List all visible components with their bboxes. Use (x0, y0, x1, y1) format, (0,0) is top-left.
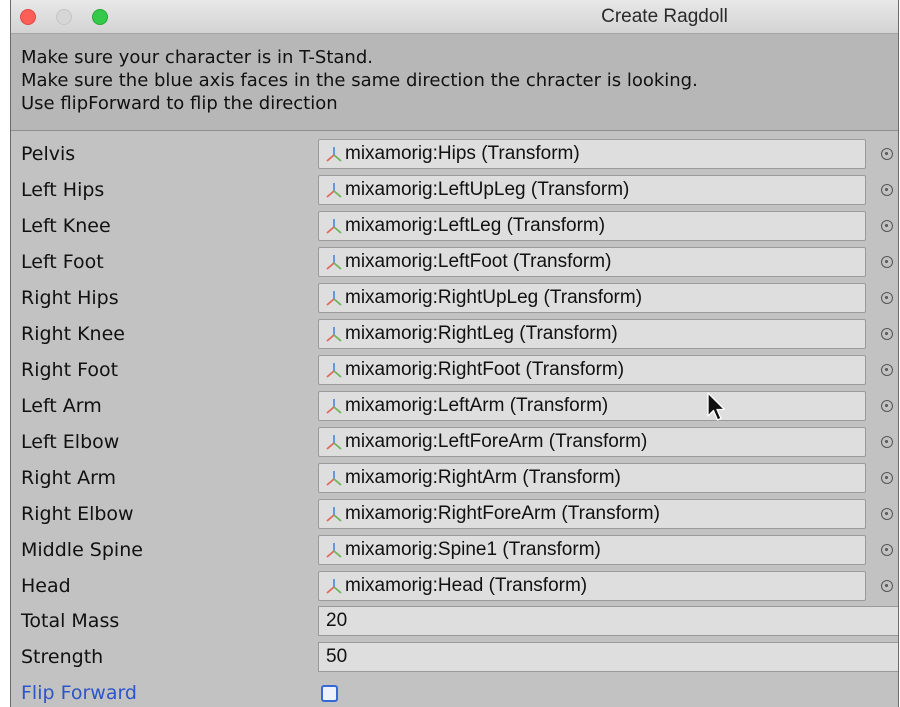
bone-object-field[interactable]: mixamorig:LeftLeg (Transform) (318, 211, 866, 241)
bone-object-field[interactable]: mixamorig:LeftUpLeg (Transform) (318, 175, 866, 205)
bone-field-value: mixamorig:RightArm (Transform) (345, 467, 621, 488)
bone-label: Right Elbow (21, 503, 134, 525)
create-ragdoll-window: Create Ragdoll Make sure your character … (10, 0, 899, 707)
transform-icon (326, 543, 342, 558)
bone-field-value: mixamorig:RightLeg (Transform) (345, 323, 618, 344)
bone-object-field[interactable]: mixamorig:LeftForeArm (Transform) (318, 427, 866, 457)
object-picker-icon[interactable] (881, 256, 893, 268)
bone-object-field[interactable]: mixamorig:Head (Transform) (318, 571, 866, 601)
bone-label: Head (21, 575, 71, 597)
bone-row-left-elbow: Left Elbow mixamorig:LeftForeArm (Transfo… (11, 424, 898, 460)
object-picker-icon[interactable] (881, 328, 893, 340)
bone-object-field[interactable]: mixamorig:RightLeg (Transform) (318, 319, 866, 349)
bone-object-field[interactable]: mixamorig:LeftArm (Transform) (318, 391, 866, 421)
transform-icon (326, 363, 342, 378)
transform-icon (326, 471, 342, 486)
bone-label: Middle Spine (21, 539, 143, 561)
object-picker-icon[interactable] (881, 148, 893, 160)
bone-row-left-knee: Left Knee mixamorig:LeftLeg (Transform) (11, 208, 898, 244)
bone-label: Pelvis (21, 143, 76, 165)
object-picker-icon[interactable] (881, 220, 893, 232)
bone-label: Right Foot (21, 359, 119, 381)
object-picker-icon[interactable] (881, 508, 893, 520)
bone-row-right-arm: Right Arm mixamorig:RightArm (Transform) (11, 460, 898, 496)
object-picker-icon[interactable] (881, 544, 893, 556)
transform-icon (326, 507, 342, 522)
mouse-pointer-icon (707, 392, 726, 421)
help-line-1: Make sure your character is in T-Stand. (21, 47, 373, 68)
bone-row-right-hips: Right Hips mixamorig:RightUpLeg (Transfor… (11, 280, 898, 316)
total-mass-input[interactable]: 20 (318, 606, 898, 636)
object-picker-icon[interactable] (881, 400, 893, 412)
transform-icon (326, 399, 342, 414)
bone-field-value: mixamorig:LeftUpLeg (Transform) (345, 179, 630, 200)
strength-label: Strength (21, 646, 104, 668)
object-picker-icon[interactable] (881, 184, 893, 196)
bone-field-value: mixamorig:LeftLeg (Transform) (345, 215, 606, 236)
bone-object-field[interactable]: mixamorig:LeftFoot (Transform) (318, 247, 866, 277)
bone-label: Right Hips (21, 287, 119, 309)
bone-object-field[interactable]: mixamorig:Hips (Transform) (318, 139, 866, 169)
bone-field-value: mixamorig:RightFoot (Transform) (345, 359, 625, 380)
object-picker-icon[interactable] (881, 364, 893, 376)
bone-object-field[interactable]: mixamorig:RightForeArm (Transform) (318, 499, 866, 529)
bone-field-value: mixamorig:Hips (Transform) (345, 143, 580, 164)
bone-object-field[interactable]: mixamorig:RightArm (Transform) (318, 463, 866, 493)
total-mass-label: Total Mass (21, 610, 120, 632)
bone-field-value: mixamorig:LeftArm (Transform) (345, 395, 609, 416)
object-picker-icon[interactable] (881, 580, 893, 592)
transform-icon (326, 183, 342, 198)
transform-icon (326, 291, 342, 306)
bone-label: Right Knee (21, 323, 125, 345)
help-box: Make sure your character is in T-Stand. … (11, 34, 898, 131)
transform-icon (326, 147, 342, 162)
window-title: Create Ragdoll (601, 6, 728, 27)
bone-label: Left Elbow (21, 431, 120, 453)
flip-forward-row: Flip Forward (11, 675, 898, 707)
bone-object-field[interactable]: mixamorig:RightFoot (Transform) (318, 355, 866, 385)
total-mass-row: Total Mass 20 (11, 603, 898, 639)
bone-label: Left Hips (21, 179, 105, 201)
bone-field-value: mixamorig:LeftFoot (Transform) (345, 251, 612, 272)
help-line-3: Use flipForward to flip the direction (21, 93, 338, 114)
strength-input[interactable]: 50 (318, 642, 898, 672)
bone-label: Left Foot (21, 251, 104, 273)
bone-field-value: mixamorig:LeftForeArm (Transform) (345, 431, 648, 452)
bone-label: Left Arm (21, 395, 102, 417)
bone-field-value: mixamorig:Spine1 (Transform) (345, 539, 601, 560)
transform-icon (326, 255, 342, 270)
bone-row-right-foot: Right Foot mixamorig:RightFoot (Transform… (11, 352, 898, 388)
bone-row-right-knee: Right Knee mixamorig:RightLeg (Transform) (11, 316, 898, 352)
bone-row-pelvis: Pelvis mixamorig:Hips (Transform) (11, 136, 898, 172)
bone-row-middle-spine: Middle Spine mixamorig:Spine1 (Transform) (11, 532, 898, 568)
bone-label: Right Arm (21, 467, 117, 489)
bone-row-left-arm: Left Arm mixamorig:LeftArm (Transform) (11, 388, 898, 424)
object-picker-icon[interactable] (881, 436, 893, 448)
bone-row-right-elbow: Right Elbow mixamorig:RightForeArm (Trans… (11, 496, 898, 532)
help-line-2: Make sure the blue axis faces in the sam… (21, 70, 698, 91)
transform-icon (326, 219, 342, 234)
transform-icon (326, 579, 342, 594)
bone-object-field[interactable]: mixamorig:Spine1 (Transform) (318, 535, 866, 565)
transform-icon (326, 435, 342, 450)
bone-object-field[interactable]: mixamorig:RightUpLeg (Transform) (318, 283, 866, 313)
title-bar[interactable]: Create Ragdoll (11, 0, 898, 34)
bone-row-left-hips: Left Hips mixamorig:LeftUpLeg (Transform) (11, 172, 898, 208)
bone-row-head: Head mixamorig:Head (Transform) (11, 568, 898, 604)
transform-icon (326, 327, 342, 342)
bone-field-value: mixamorig:RightForeArm (Transform) (345, 503, 660, 524)
bone-label: Left Knee (21, 215, 111, 237)
bone-row-left-foot: Left Foot mixamorig:LeftFoot (Transform) (11, 244, 898, 280)
object-picker-icon[interactable] (881, 472, 893, 484)
strength-row: Strength 50 (11, 639, 898, 675)
object-picker-icon[interactable] (881, 292, 893, 304)
flip-forward-checkbox[interactable] (321, 685, 338, 702)
bone-field-value: mixamorig:Head (Transform) (345, 575, 588, 596)
flip-forward-label: Flip Forward (21, 682, 137, 704)
bone-field-value: mixamorig:RightUpLeg (Transform) (345, 287, 643, 308)
